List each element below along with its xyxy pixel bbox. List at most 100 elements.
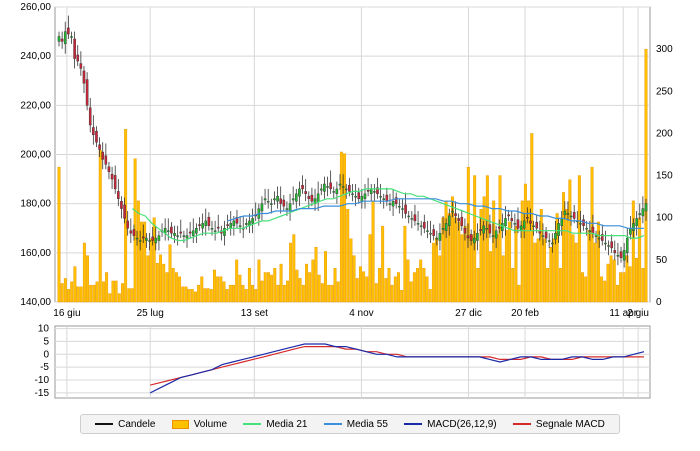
candle-body [416,223,420,225]
candle-body [585,228,588,230]
candle-body [557,223,560,236]
volume-bar [120,283,124,303]
volume-bar [222,281,226,303]
volume-bar [409,281,413,303]
volume-tick-label: 100 [656,213,673,224]
candle-body [117,191,120,199]
volume-bar [619,272,623,303]
volume-bar [606,263,610,303]
volume-bar [228,284,232,303]
candle-body [460,216,464,226]
volume-y-axis: 0 50 100 150 200 250 300 [656,44,673,308]
candle-body [195,228,198,234]
volume-bar [101,281,105,303]
candle-body [201,223,204,229]
volume-bar [365,276,369,303]
volume-bar [425,276,429,303]
legend-item-media55[interactable]: Media 55 [323,419,388,430]
legend-item-volume[interactable]: Volume [171,419,227,430]
candle-body [176,235,179,237]
legend-item-candles[interactable]: Candele [95,419,155,430]
candle-body [129,230,133,234]
price-tick-label: 140,00 [20,297,51,308]
candle-body [541,235,545,237]
x-tick-label: 27 dic [455,308,482,319]
candle-body [635,218,638,226]
candle-body [407,215,410,218]
candle-body [232,220,236,226]
macd-tick-label: 10 [38,324,50,335]
candle-body [625,237,629,254]
volume-bar [330,284,334,303]
candle-body [316,193,320,202]
chart-legend: Candele Volume Media 21 Media 55 MACD(26… [80,414,620,434]
candle-body [619,251,623,258]
candle-body [641,208,645,217]
candle-body [435,237,439,240]
chart-canvas: 140,00 160,00 180,00 200,00 220,00 240,00 260,… [20,2,673,399]
volume-tick-label: 150 [656,171,673,182]
candle-body [70,36,73,38]
volume-bar [279,263,283,303]
volume-bar [571,234,575,303]
candle-body [404,204,407,214]
volume-bar [254,289,258,303]
candle-body [310,194,314,202]
candle-body [426,230,429,232]
volume-bar [412,272,416,303]
volume-bar [181,286,185,303]
candle-body [92,127,95,136]
volume-bar [641,268,645,303]
media55-swatch [323,423,342,425]
candle-body [613,250,617,254]
candle-body [513,223,517,225]
candle-body [251,218,254,224]
volume-bar [140,221,143,303]
volume-bar [533,242,537,303]
candle-body [423,221,426,229]
candle-body [463,228,467,234]
candle-body [401,208,404,210]
legend-item-signal[interactable]: Segnale MACD [512,419,605,430]
candle-body [438,232,442,241]
candle-body [410,218,414,220]
candle-body [616,255,620,257]
candle-body [226,224,229,226]
volume-bar [219,276,223,303]
volume-bar [206,288,210,303]
candle-body [307,196,311,199]
volume-bar [498,175,502,303]
volume-bar [504,230,508,303]
volume-bar [152,217,156,303]
volume-bar [146,255,150,303]
candle-body [98,144,101,150]
candle-body [101,151,104,160]
volume-bar [149,238,153,303]
volume-bar [520,200,524,303]
volume-bar [397,272,400,303]
volume-bar [285,280,289,303]
volume-bar [70,281,74,303]
candle-body [60,38,64,42]
volume-bar [428,289,432,303]
volume-bar [311,259,315,303]
candle-body [494,230,498,239]
volume-bar [209,289,213,303]
candle-body [354,196,357,198]
legend-item-macd[interactable]: MACD(26,12,9) [404,419,497,430]
candle-body [151,236,154,241]
volume-bar [247,268,251,303]
volume-bar [508,221,512,303]
candle-body [341,186,345,188]
volume-bar [339,151,343,303]
candle-body [338,183,342,186]
volume-bar [60,283,64,303]
candle-body [323,183,326,192]
candle-body [482,225,485,234]
volume-bar [378,268,381,303]
volume-bar [317,274,321,303]
volume-bar [187,289,191,303]
legend-item-media21[interactable]: Media 21 [243,419,307,430]
volume-bar [111,280,115,303]
volume-bar [581,272,585,303]
